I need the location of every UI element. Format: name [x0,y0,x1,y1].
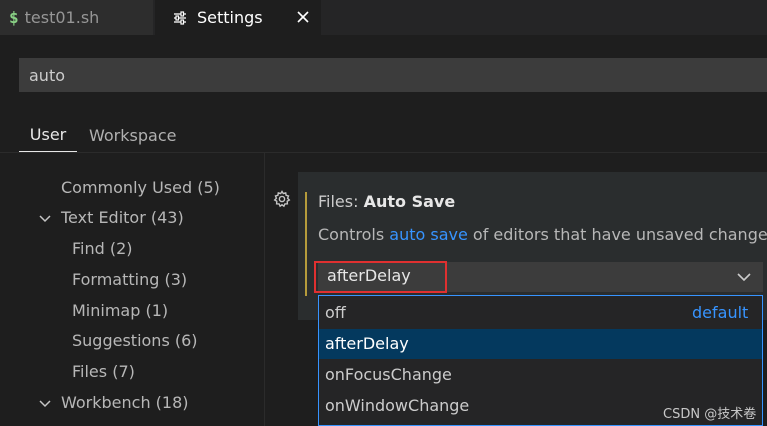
option-off[interactable]: off default [319,298,762,328]
toc-item-workbench[interactable]: Workbench (18) [61,392,189,414]
setting-description: Controls auto save of editors that have … [318,225,767,244]
toc-label: Files (7) [72,362,135,381]
toc-item-find[interactable]: Find (2) [72,238,133,260]
annotation-highlight-box [314,261,447,293]
toc-item-commonly-used[interactable]: Commonly Used (5) [61,177,220,199]
toc-label: Suggestions (6) [72,331,198,350]
tab-settings[interactable]: Settings [155,0,321,35]
chevron-down-icon[interactable] [38,397,52,411]
toc-label: Formatting (3) [72,270,188,289]
option-label: off [325,303,346,322]
toc-label: Workbench (18) [61,393,189,412]
default-tag: default [692,303,749,322]
shell-file-icon: $ [9,8,19,27]
tab-test01-sh[interactable]: $ test01.sh [0,0,153,35]
toc-label: Find (2) [72,239,133,258]
settings-search-input[interactable] [29,65,729,85]
tab-bar: $ test01.sh Settings [0,0,767,35]
gear-icon[interactable] [272,189,292,209]
desc-text: of editors that have unsaved changes [467,225,767,244]
tab-label: test01.sh [24,8,100,27]
chevron-down-icon[interactable] [38,212,52,226]
setting-category: Files: [318,192,364,211]
option-on-focus-change[interactable]: onFocusChange [319,360,762,390]
toc-item-minimap[interactable]: Minimap (1) [72,300,168,322]
toc-item-suggestions[interactable]: Suggestions (6) [72,330,198,352]
option-after-delay[interactable]: afterDelay [319,329,762,359]
setting-title: Files: Auto Save [318,192,455,211]
settings-editor: $ test01.sh Settings auto User Workspace… [0,0,767,426]
toc-item-formatting[interactable]: Formatting (3) [72,269,187,291]
option-label: afterDelay [325,334,409,353]
option-label: onFocusChange [325,365,452,384]
toc-label: Commonly Used (5) [61,178,220,197]
chevron-down-icon [737,273,751,282]
option-label: onWindowChange [325,396,470,415]
tab-user-label: User [29,125,67,144]
toc-label: Text Editor (43) [61,208,184,227]
toc-label: Minimap (1) [72,301,169,320]
auto-save-link[interactable]: auto save [389,225,468,244]
close-icon[interactable] [293,7,313,27]
settings-sliders-icon [174,10,186,25]
tab-label: Settings [197,8,263,27]
watermark: CSDN @技术卷 [663,407,757,422]
tab-user[interactable]: User [19,118,77,152]
setting-name: Auto Save [363,192,456,211]
panel-separator [264,153,265,426]
tab-workspace-label: Workspace [89,125,177,145]
tab-workspace[interactable]: Workspace [89,118,176,152]
desc-text: Controls [318,225,390,244]
settings-search-box [19,58,767,92]
toc-item-files[interactable]: Files (7) [72,361,135,383]
modified-indicator [305,192,307,296]
toc-item-text-editor[interactable]: Text Editor (43) [61,207,184,229]
divider [0,152,767,153]
